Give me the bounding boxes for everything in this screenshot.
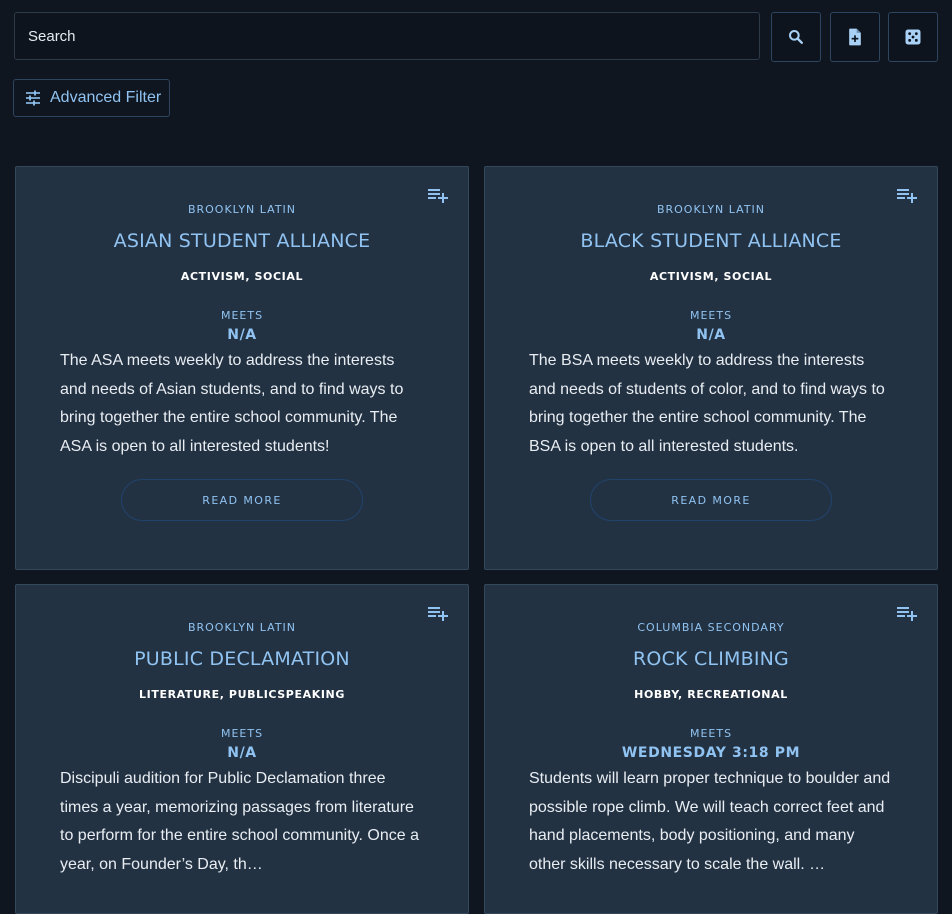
- meets-label: MEETS: [220, 309, 264, 322]
- club-description: The BSA meets weekly to address the inte…: [529, 352, 885, 456]
- sliders-icon: [26, 90, 40, 106]
- school-name: BROOKLYN LATIN: [187, 203, 297, 216]
- club-tags: HOBBY, RECREATIONAL: [634, 688, 788, 701]
- search-box[interactable]: [14, 12, 760, 60]
- club-title: ASIAN STUDENT ALLIANCE: [113, 230, 371, 252]
- club-card[interactable]: BROOKLYN LATIN ASIAN STUDENT ALLIANCE AC…: [15, 166, 469, 570]
- school-name: COLUMBIA SECONDARY: [637, 621, 785, 634]
- advanced-filter-button[interactable]: Advanced Filter: [13, 79, 170, 117]
- school-name: BROOKLYN LATIN: [656, 203, 766, 216]
- club-tags: LITERATURE, PUBLICSPEAKING: [139, 688, 345, 701]
- club-title: ROCK CLIMBING: [633, 648, 789, 670]
- club-card[interactable]: BROOKLYN LATIN PUBLIC DECLAMATION LITERA…: [15, 584, 469, 914]
- top-bar: [14, 12, 938, 62]
- club-tags: ACTIVISM, SOCIAL: [649, 270, 773, 283]
- club-description: Students will learn proper technique to …: [529, 770, 891, 874]
- meets-value: N/A: [227, 327, 257, 343]
- playlist-add-icon[interactable]: [428, 187, 448, 203]
- club-title: BLACK STUDENT ALLIANCE: [580, 230, 842, 252]
- playlist-add-icon[interactable]: [428, 605, 448, 621]
- search-button[interactable]: [771, 12, 821, 62]
- playlist-add-icon[interactable]: [897, 187, 917, 203]
- club-description: The ASA meets weekly to address the inte…: [60, 352, 404, 456]
- random-club-button[interactable]: [888, 12, 938, 62]
- read-more-button[interactable]: READ MORE: [590, 478, 832, 521]
- playlist-add-icon[interactable]: [897, 605, 917, 621]
- meets-label: MEETS: [689, 727, 733, 740]
- dice-icon: [905, 29, 921, 45]
- school-name: BROOKLYN LATIN: [187, 621, 297, 634]
- meets-label: MEETS: [220, 727, 264, 740]
- meets-label: MEETS: [689, 309, 733, 322]
- add-club-button[interactable]: [830, 12, 880, 62]
- club-title: PUBLIC DECLAMATION: [134, 648, 350, 670]
- club-card[interactable]: BROOKLYN LATIN BLACK STUDENT ALLIANCE AC…: [484, 166, 938, 570]
- read-more-button[interactable]: READ MORE: [121, 478, 363, 521]
- club-tags: ACTIVISM, SOCIAL: [180, 270, 304, 283]
- meets-value: WEDNESDAY 3:18 PM: [621, 745, 801, 761]
- meets-value: N/A: [696, 327, 726, 343]
- search-input[interactable]: [15, 13, 715, 59]
- file-plus-icon: [849, 28, 861, 46]
- meets-value: N/A: [227, 745, 257, 761]
- club-card[interactable]: COLUMBIA SECONDARY ROCK CLIMBING HOBBY, …: [484, 584, 938, 914]
- club-description: Discipuli audition for Public Declamatio…: [60, 770, 419, 874]
- advanced-filter-label: Advanced Filter: [50, 89, 162, 106]
- search-icon: [789, 30, 803, 44]
